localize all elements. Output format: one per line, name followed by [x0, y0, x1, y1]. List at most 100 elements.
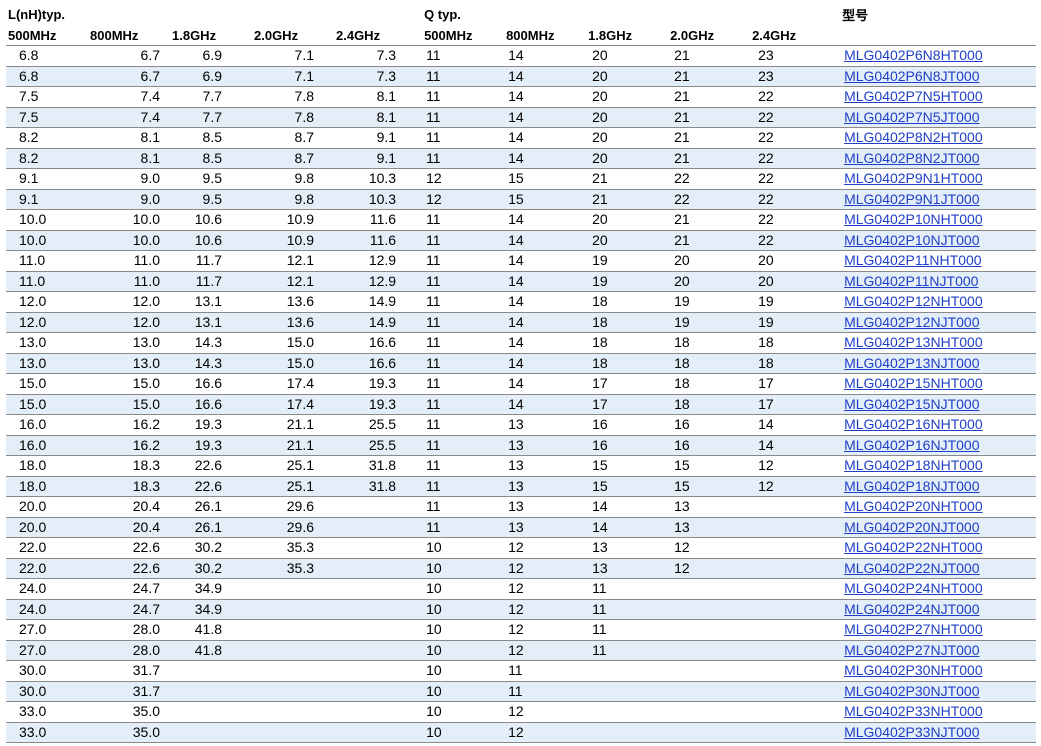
- part-number-link[interactable]: MLG0402P30NHT000: [844, 662, 983, 678]
- table-row: 9.1 9.0 9.5 9.8 10.3 12 15 21 22 22 MLG0402P9N1HT0…: [6, 168, 1037, 190]
- part-number-link[interactable]: MLG0402P10NHT000: [844, 211, 983, 227]
- q-cell: 12: [668, 537, 751, 559]
- inductance-cell: 6.9: [170, 45, 252, 67]
- q-cell: 11: [422, 312, 505, 333]
- q-cell: 16: [586, 414, 669, 436]
- q-cell: [750, 722, 841, 743]
- q-cell: [750, 619, 841, 641]
- q-cell: [750, 681, 841, 702]
- part-number-link[interactable]: MLG0402P20NHT000: [844, 498, 983, 514]
- part-number-link[interactable]: MLG0402P24NHT000: [844, 580, 983, 596]
- q-cell: 14: [504, 312, 587, 333]
- table-row: 18.0 18.3 22.6 25.1 31.8 11 13 15 15 12 MLG0402P18…: [6, 476, 1037, 497]
- inductance-cell: [334, 558, 423, 579]
- inductance-cell: 10.9: [252, 230, 334, 251]
- part-number-cell: MLG0402P11NJT000: [840, 271, 1037, 292]
- part-number-link[interactable]: MLG0402P24NJT000: [844, 601, 979, 617]
- inductance-cell: 16.6: [334, 332, 423, 354]
- q-cell: 11: [422, 332, 505, 354]
- inductance-cell: 13.6: [252, 291, 334, 313]
- part-number-link[interactable]: MLG0402P9N1JT000: [844, 191, 979, 207]
- part-number-cell: MLG0402P7N5HT000: [840, 86, 1037, 108]
- inductance-cell: 13.1: [170, 291, 252, 313]
- inductance-cell: 33.0: [6, 722, 88, 743]
- part-number-cell: MLG0402P27NHT000: [840, 619, 1037, 641]
- part-number-link[interactable]: MLG0402P11NJT000: [844, 273, 978, 289]
- part-number-link[interactable]: MLG0402P16NJT000: [844, 437, 979, 453]
- q-cell: 21: [668, 45, 751, 67]
- part-number-link[interactable]: MLG0402P13NJT000: [844, 355, 979, 371]
- part-number-link[interactable]: MLG0402P15NHT000: [844, 375, 983, 391]
- part-number-link[interactable]: MLG0402P13NHT000: [844, 334, 983, 350]
- part-number-link[interactable]: MLG0402P12NJT000: [844, 314, 979, 330]
- part-number-cell: MLG0402P6N8HT000: [840, 45, 1037, 67]
- part-number-link[interactable]: MLG0402P9N1HT000: [844, 170, 983, 186]
- q-cell: 21: [668, 127, 751, 149]
- part-number-link[interactable]: MLG0402P33NJT000: [844, 724, 979, 740]
- part-number-link[interactable]: MLG0402P7N5JT000: [844, 109, 979, 125]
- part-number-link[interactable]: MLG0402P7N5HT000: [844, 88, 983, 104]
- q-cell: 23: [750, 66, 841, 87]
- inductance-cell: 15.0: [6, 394, 88, 415]
- l-freq-header: 500MHz: [8, 27, 57, 43]
- q-cell: [750, 558, 841, 579]
- part-number-link[interactable]: MLG0402P18NHT000: [844, 457, 983, 473]
- inductance-cell: 12.9: [334, 271, 423, 292]
- part-number-link[interactable]: MLG0402P15NJT000: [844, 396, 979, 412]
- q-cell: 20: [586, 86, 669, 108]
- inductance-cell: 7.3: [334, 45, 423, 67]
- part-number-link[interactable]: MLG0402P27NJT000: [844, 642, 979, 658]
- inductance-cell: 11.0: [6, 271, 88, 292]
- q-cell: [668, 619, 751, 641]
- part-number-link[interactable]: MLG0402P10NJT000: [844, 232, 979, 248]
- part-number-link[interactable]: MLG0402P6N8HT000: [844, 47, 983, 63]
- q-cell: 11: [422, 250, 505, 272]
- q-cell: 17: [750, 394, 841, 415]
- q-cell: 19: [750, 312, 841, 333]
- inductance-cell: 24.7: [88, 599, 170, 620]
- inductance-cell: 12.0: [88, 291, 170, 313]
- inductance-cell: 25.5: [334, 435, 423, 456]
- inductance-cell: 16.6: [170, 394, 252, 415]
- q-cell: 10: [422, 681, 505, 702]
- part-number-cell: MLG0402P16NHT000: [840, 414, 1037, 436]
- q-cell: 19: [586, 250, 669, 272]
- inductance-cell: [334, 599, 423, 620]
- q-cell: 16: [586, 435, 669, 456]
- part-number-link[interactable]: MLG0402P20NJT000: [844, 519, 979, 535]
- q-cell: 12: [750, 455, 841, 477]
- part-number-link[interactable]: MLG0402P8N2JT000: [844, 150, 979, 166]
- q-cell: 15: [586, 476, 669, 497]
- part-number-link[interactable]: MLG0402P16NHT000: [844, 416, 983, 432]
- q-cell: [750, 496, 841, 518]
- part-number-link[interactable]: MLG0402P11NHT000: [844, 252, 981, 268]
- inductance-cell: 26.1: [170, 517, 252, 538]
- q-cell: [750, 701, 841, 723]
- part-number-link[interactable]: MLG0402P22NJT000: [844, 560, 979, 576]
- q-cell: 20: [586, 148, 669, 169]
- inductance-cell: 21.1: [252, 414, 334, 436]
- part-number-link[interactable]: MLG0402P30NJT000: [844, 683, 979, 699]
- q-cell: 13: [586, 537, 669, 559]
- part-number-link[interactable]: MLG0402P8N2HT000: [844, 129, 983, 145]
- inductance-cell: [252, 722, 334, 743]
- inductance-cell: 9.1: [6, 168, 88, 190]
- part-number-cell: MLG0402P24NJT000: [840, 599, 1037, 620]
- part-number-link[interactable]: MLG0402P22NHT000: [844, 539, 983, 555]
- part-number-link[interactable]: MLG0402P18NJT000: [844, 478, 979, 494]
- inductance-cell: [334, 537, 423, 559]
- part-number-link[interactable]: MLG0402P6N8JT000: [844, 68, 979, 84]
- part-number-link[interactable]: MLG0402P33NHT000: [844, 703, 983, 719]
- q-cell: 22: [750, 148, 841, 169]
- q-cell: 14: [504, 209, 587, 231]
- inductance-cell: 30.0: [6, 660, 88, 682]
- part-number-link[interactable]: MLG0402P27NHT000: [844, 621, 983, 637]
- inductance-cell: 9.0: [88, 189, 170, 210]
- q-cell: 14: [504, 127, 587, 149]
- inductance-cell: 41.8: [170, 640, 252, 661]
- inductance-cell: 10.9: [252, 209, 334, 231]
- q-cell: 17: [586, 373, 669, 395]
- inductance-cell: 19.3: [334, 373, 423, 395]
- part-number-link[interactable]: MLG0402P12NHT000: [844, 293, 983, 309]
- q-cell: 20: [750, 250, 841, 272]
